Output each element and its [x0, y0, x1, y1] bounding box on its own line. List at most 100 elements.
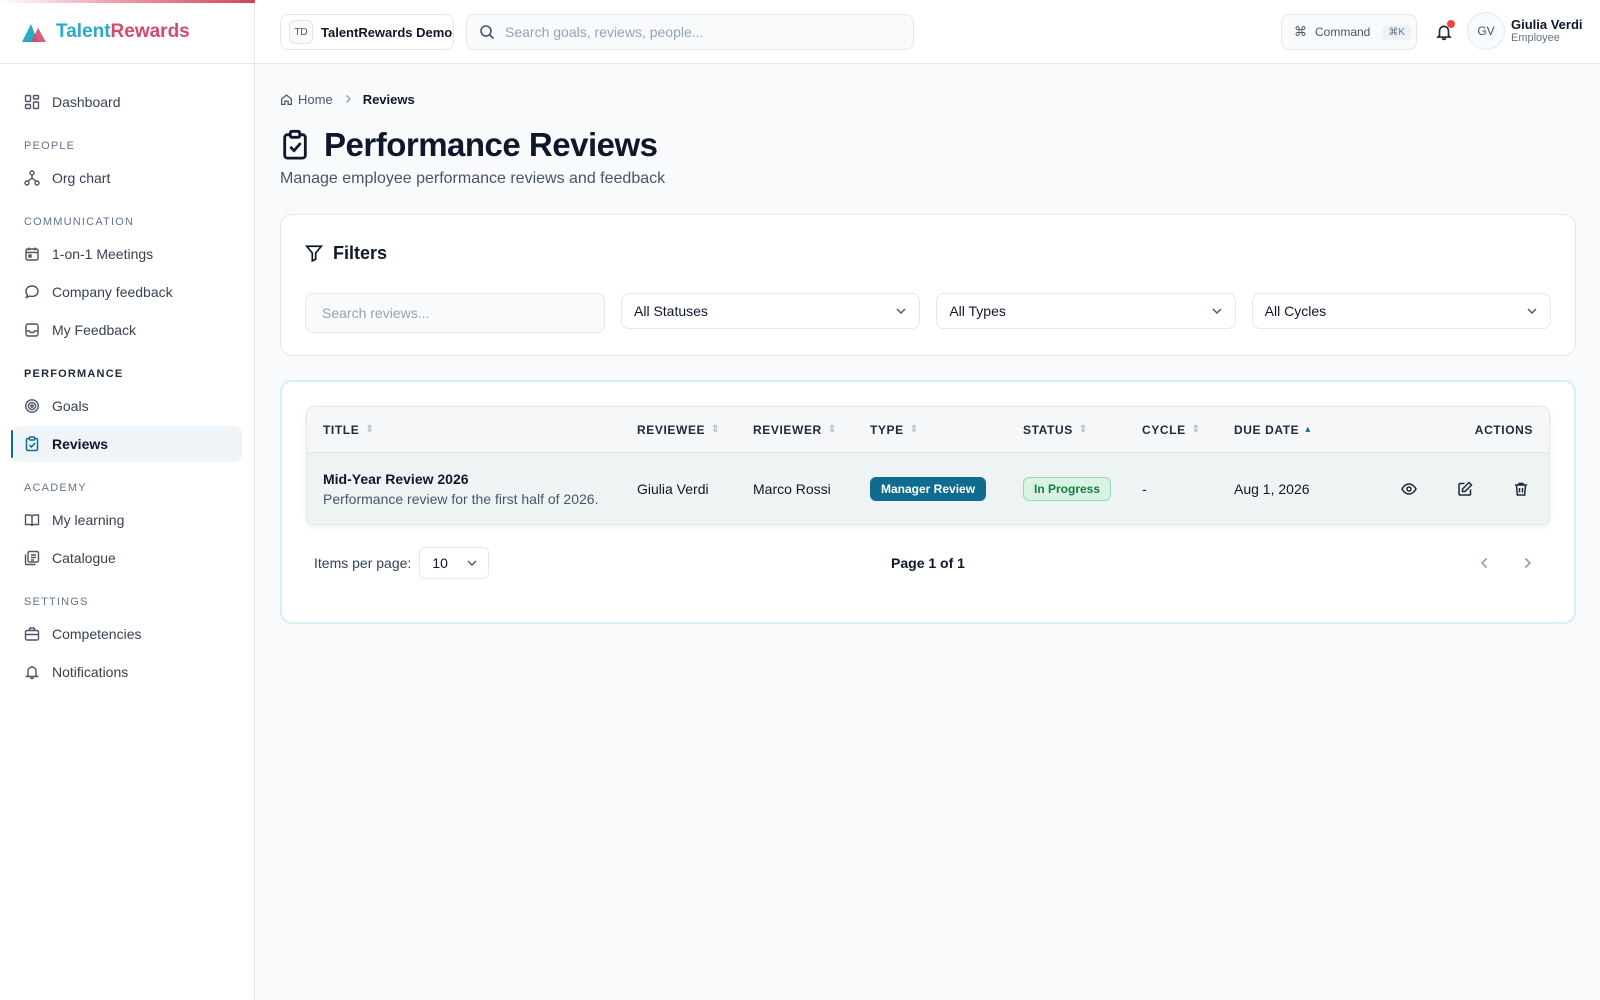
view-button[interactable]: [1397, 477, 1421, 501]
chevron-left-icon: [1480, 557, 1488, 569]
page-subtitle: Manage employee performance reviews and …: [280, 170, 666, 187]
chat-bubble-icon: [24, 284, 40, 300]
top-header: TD TalentRewards Demo ⌘ Command ⌘K GV Gi…: [255, 0, 1600, 64]
table-row[interactable]: Mid-Year Review 2026 Performance review …: [307, 453, 1549, 524]
breadcrumb-home[interactable]: Home: [298, 92, 333, 107]
pagination: Items per page: 10 Page 1 of 1: [306, 547, 1550, 579]
review-description: Performance review for the first half of…: [323, 490, 599, 507]
edit-button[interactable]: [1453, 477, 1477, 501]
cell-reviewee: Giulia Verdi: [637, 480, 709, 497]
sidebar: TalentRewards Dashboard PEOPLE Org chart…: [0, 0, 255, 1000]
type-filter-select[interactable]: All Types: [936, 293, 1236, 329]
brand-name: TalentRewards: [56, 20, 190, 42]
sidebar-item-label: My Feedback: [52, 322, 137, 338]
column-header-due-date[interactable]: DUE DATE ▴: [1234, 423, 1364, 437]
sidebar-item-label: Goals: [52, 398, 89, 414]
section-people: PEOPLE: [24, 140, 76, 152]
notification-dot: [1447, 20, 1455, 28]
sidebar-item-label: Company feedback: [52, 284, 173, 300]
next-page-button[interactable]: [1520, 556, 1534, 570]
command-icon: ⌘: [1294, 24, 1307, 39]
items-per-page-value: 10: [432, 555, 448, 571]
sort-icon: ⇕: [909, 424, 919, 435]
column-header-reviewee[interactable]: REVIEWEE ⇕: [637, 423, 753, 437]
column-header-status[interactable]: STATUS ⇕: [1023, 423, 1142, 437]
type-filter-value: All Types: [949, 303, 1006, 319]
chevron-down-icon: [1527, 308, 1537, 314]
sidebar-item-reviews[interactable]: Reviews: [11, 426, 242, 462]
filters-card: Filters All Statuses All Types All Cycle…: [280, 214, 1576, 356]
column-header-cycle[interactable]: CYCLE ⇕: [1142, 423, 1234, 437]
command-button[interactable]: ⌘ Command ⌘K: [1281, 14, 1417, 50]
notifications-button[interactable]: [1432, 20, 1456, 44]
reviews-table-card: TITLE ⇕ REVIEWEE ⇕ REVIEWER ⇕ TYPE ⇕ STATUS ⇕…: [280, 380, 1576, 624]
search-icon: [480, 25, 495, 40]
column-header-reviewer[interactable]: REVIEWER ⇕: [753, 423, 870, 437]
inbox-icon: [24, 322, 40, 338]
sidebar-item-label: Catalogue: [52, 550, 116, 566]
sidebar-item-label: 1-on-1 Meetings: [52, 246, 154, 262]
page-info: Page 1 of 1: [891, 555, 965, 571]
sidebar-item-label: Org chart: [52, 170, 111, 186]
sidebar-nav: Dashboard PEOPLE Org chart COMMUNICATION…: [0, 64, 254, 690]
avatar: GV: [1467, 12, 1505, 50]
sidebar-item-competencies[interactable]: Competencies: [12, 616, 242, 652]
sidebar-item-label: Dashboard: [52, 94, 121, 110]
command-shortcut: ⌘K: [1382, 24, 1412, 40]
cell-type: Manager Review: [870, 476, 1023, 501]
page-header: Performance Reviews: [280, 126, 1576, 164]
chevron-down-icon: [896, 308, 906, 314]
sidebar-item-catalogue[interactable]: Catalogue: [12, 540, 242, 576]
sort-icon: ⇕: [827, 424, 837, 435]
workspace-switcher[interactable]: TD TalentRewards Demo: [280, 14, 454, 50]
clipboard-check-icon: [283, 129, 307, 160]
user-role: Employee: [1511, 32, 1560, 44]
workspace-badge: TD: [289, 20, 313, 44]
breadcrumb-current: Reviews: [362, 91, 415, 107]
sidebar-item-meetings[interactable]: 1-on-1 Meetings: [12, 236, 242, 272]
items-per-page-select[interactable]: 10: [419, 547, 490, 579]
review-title: Mid-Year Review 2026: [323, 470, 469, 487]
section-performance: PERFORMANCE: [24, 368, 124, 380]
brand-logo-icon: [22, 23, 46, 42]
sort-icon: ⇕: [365, 424, 375, 435]
bell-icon: [24, 664, 40, 680]
sort-icon: ⇕: [1191, 424, 1201, 435]
column-header-type[interactable]: TYPE ⇕: [870, 423, 1023, 437]
table-header: TITLE ⇕ REVIEWEE ⇕ REVIEWER ⇕ TYPE ⇕ STATUS ⇕…: [307, 407, 1549, 453]
column-header-title[interactable]: TITLE ⇕: [307, 423, 637, 437]
sidebar-top-accent: [0, 0, 255, 3]
global-search[interactable]: [466, 14, 914, 50]
previous-page-button[interactable]: [1478, 556, 1492, 570]
command-label: Command: [1315, 25, 1371, 39]
sidebar-item-notifications[interactable]: Notifications: [12, 654, 242, 690]
sidebar-item-goals[interactable]: Goals: [12, 388, 242, 424]
delete-button[interactable]: [1509, 477, 1533, 501]
sidebar-item-my-learning[interactable]: My learning: [12, 502, 242, 538]
cell-title: Mid-Year Review 2026 Performance review …: [307, 471, 637, 507]
chevron-right-icon: [1524, 557, 1532, 569]
global-search-input[interactable]: [505, 24, 885, 40]
filters-row: All Statuses All Types All Cycles: [305, 293, 1551, 333]
column-header-actions: ACTIONS: [1474, 422, 1533, 437]
home-icon: [281, 93, 292, 105]
cell-cycle: -: [1142, 480, 1147, 497]
sidebar-item-org-chart[interactable]: Org chart: [12, 160, 242, 196]
sidebar-item-company-feedback[interactable]: Company feedback: [12, 274, 242, 310]
cell-status: In Progress: [1023, 476, 1142, 501]
sidebar-item-dashboard[interactable]: Dashboard: [12, 84, 242, 120]
target-icon: [24, 398, 40, 414]
user-menu[interactable]: GV Giulia Verdi Employee: [1467, 12, 1583, 50]
calendar-icon: [24, 246, 40, 262]
filter-icon: [305, 245, 323, 262]
status-badge: In Progress: [1023, 476, 1112, 501]
main-content: Home Reviews Performance Reviews Manage …: [280, 64, 1576, 624]
sidebar-item-my-feedback[interactable]: My Feedback: [12, 312, 242, 348]
cell-due-date: Aug 1, 2026: [1234, 480, 1310, 497]
filters-title: Filters: [333, 242, 388, 263]
cycle-filter-select[interactable]: All Cycles: [1251, 293, 1551, 329]
review-search-input[interactable]: [305, 293, 605, 333]
items-per-page-label: Items per page:: [314, 555, 412, 571]
status-filter-select[interactable]: All Statuses: [621, 293, 921, 329]
brand[interactable]: TalentRewards: [0, 0, 254, 64]
